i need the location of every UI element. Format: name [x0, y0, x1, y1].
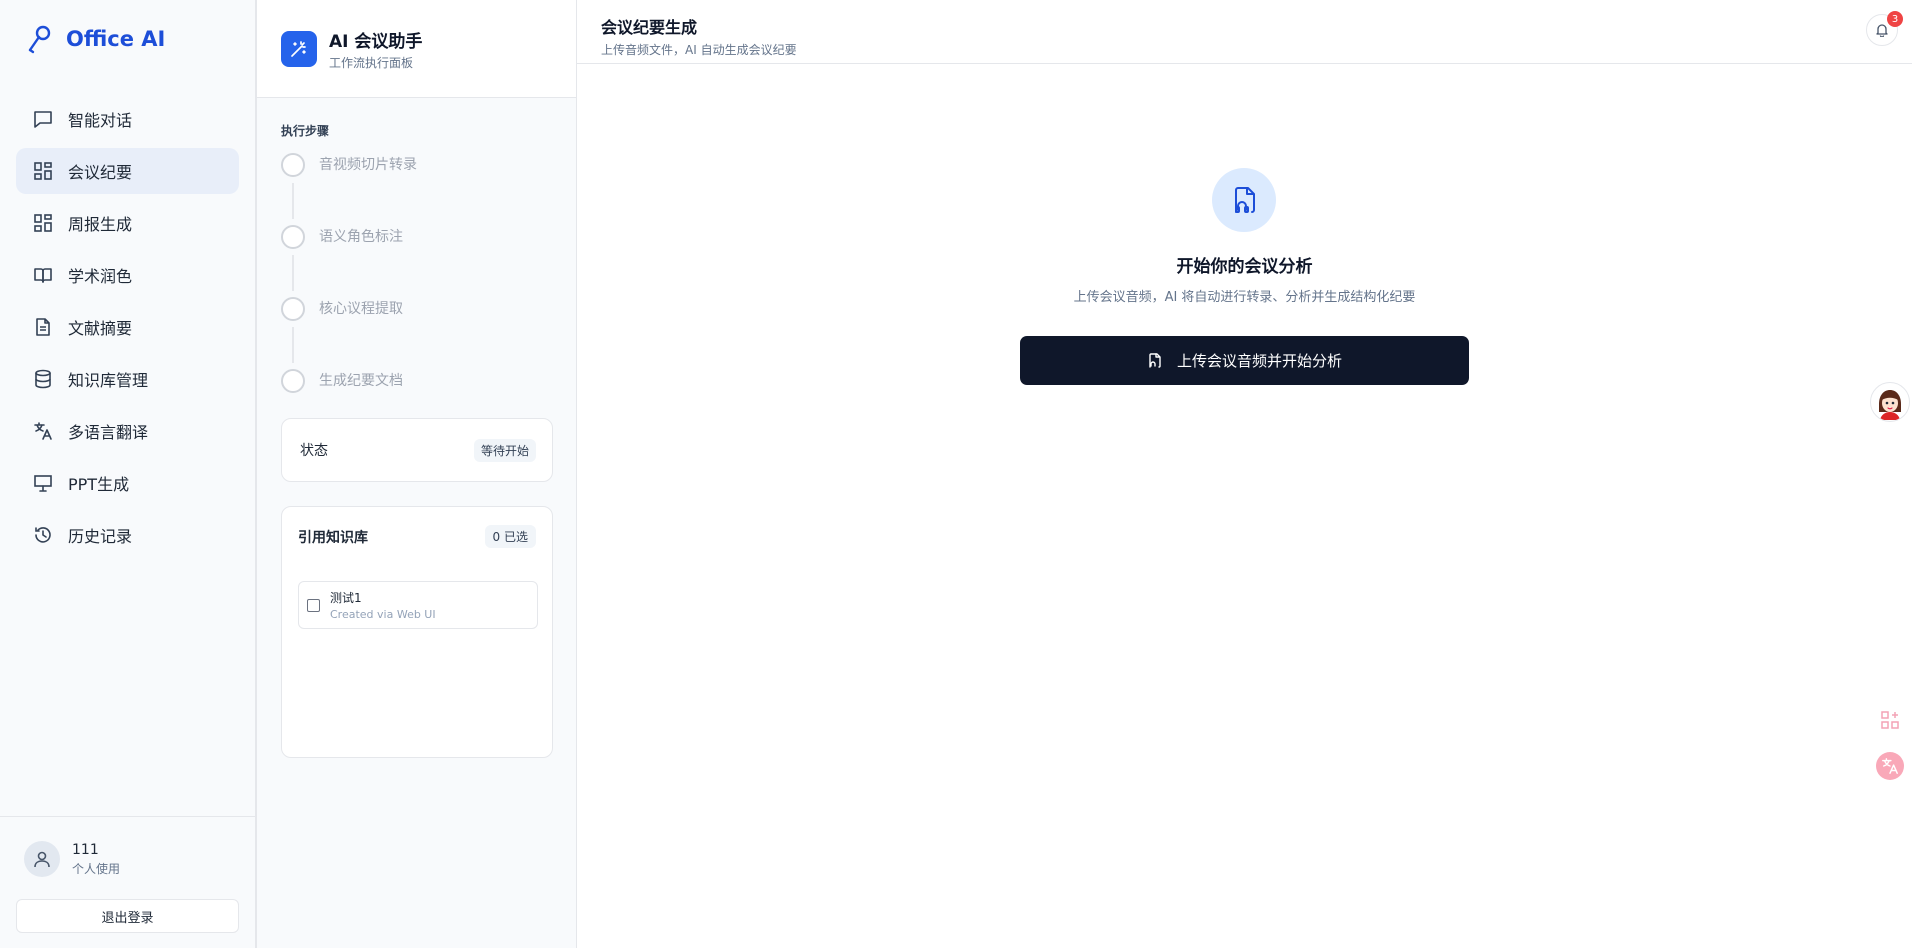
chat-icon: [32, 108, 54, 130]
user-profile[interactable]: 111 个人使用: [0, 841, 255, 877]
steps-list: 音视频切片转录 语义角色标注 核心议程提取 生成纪要文档: [281, 153, 417, 441]
user-block: 111 个人使用 退出登录: [0, 816, 255, 933]
avatar: [24, 841, 60, 877]
page-title: 会议纪要生成: [601, 18, 698, 37]
status-card: 状态 等待开始: [281, 418, 553, 482]
database-icon: [32, 368, 54, 390]
step-item: 语义角色标注: [281, 225, 417, 297]
user-plan: 个人使用: [72, 861, 121, 876]
document-icon: [32, 316, 54, 338]
knowledge-base-card: 引用知识库 0 已选 测试1 Created via Web UI: [281, 506, 553, 758]
brand-name: Office AI: [66, 27, 166, 51]
assistant-avatar-icon: [1879, 390, 1901, 420]
sidebar-item-label: 多语言翻译: [68, 423, 149, 442]
sidebar-item-chat[interactable]: 智能对话: [16, 96, 239, 142]
kb-item[interactable]: 测试1 Created via Web UI: [298, 581, 538, 629]
panel-title: AI 会议助手: [329, 31, 423, 52]
sidebar-item-label: PPT生成: [68, 475, 130, 494]
book-icon: [32, 264, 54, 286]
step-label: 核心议程提取: [319, 301, 403, 317]
sidebar-item-label: 历史记录: [68, 527, 133, 546]
brand-logo[interactable]: Office AI: [26, 24, 165, 54]
history-icon: [32, 524, 54, 546]
step-status-circle: [281, 225, 305, 249]
kb-item-desc: Created via Web UI: [330, 608, 436, 621]
sidebar-item-weekly-report[interactable]: 周报生成: [16, 200, 239, 246]
status-label: 状态: [300, 443, 328, 459]
notification-badge: 3: [1887, 11, 1903, 27]
kb-selected-count: 0 已选: [484, 525, 536, 548]
sidebar-item-literature-summary[interactable]: 文献摘要: [16, 304, 239, 350]
sidebar-item-history[interactable]: 历史记录: [16, 512, 239, 558]
grid-icon: [32, 212, 54, 234]
kb-item-name: 测试1: [330, 591, 362, 605]
grid-plus-icon: [1881, 711, 1899, 729]
panel-header: AI 会议助手 工作流执行面板: [257, 0, 576, 98]
presentation-icon: [32, 472, 54, 494]
user-name: 111: [72, 841, 99, 858]
step-item: 核心议程提取: [281, 297, 417, 369]
kb-item-checkbox[interactable]: [307, 598, 320, 612]
assistant-avatar-button[interactable]: [1870, 382, 1910, 422]
workflow-panel: AI 会议助手 工作流执行面板 执行步骤 音视频切片转录 语义角色标注 核心议程…: [256, 0, 577, 948]
step-label: 音视频切片转录: [319, 157, 417, 173]
sidebar-nav: 智能对话 会议纪要 周报生成 学术润色 文献摘要 知识库管理 多语言翻译 PPT…: [16, 96, 239, 564]
main-header: 会议纪要生成 上传音频文件，AI 自动生成会议纪要 3: [577, 0, 1912, 64]
audio-file-icon: [1149, 352, 1161, 368]
translate-icon: [1882, 758, 1898, 774]
step-status-circle: [281, 369, 305, 393]
sidebar-item-label: 学术润色: [68, 267, 133, 286]
sidebar-item-ppt[interactable]: PPT生成: [16, 460, 239, 506]
step-connector: [292, 327, 294, 363]
empty-state-description: 上传会议音频，AI 将自动进行转录、分析并生成结构化纪要: [1073, 290, 1416, 305]
upload-audio-label: 上传会议音频并开始分析: [1176, 352, 1342, 370]
step-connector: [292, 255, 294, 291]
magic-wand-icon: [281, 30, 317, 67]
grid-icon: [32, 160, 54, 182]
sidebar-item-label: 智能对话: [68, 111, 133, 130]
step-item: 音视频切片转录: [281, 153, 417, 225]
quick-translate-button[interactable]: [1876, 752, 1904, 780]
audio-file-icon: [1212, 168, 1276, 232]
sidebar: Office AI 智能对话 会议纪要 周报生成 学术润色 文献摘要 知识库管理…: [0, 0, 256, 948]
sidebar-item-label: 知识库管理: [68, 371, 149, 390]
sidebar-item-meeting-minutes[interactable]: 会议纪要: [16, 148, 239, 194]
step-label: 语义角色标注: [319, 229, 403, 245]
add-app-button[interactable]: [1876, 706, 1904, 734]
notification-button[interactable]: 3: [1866, 11, 1903, 46]
step-status-circle: [281, 297, 305, 321]
empty-state-title: 开始你的会议分析: [1176, 257, 1313, 277]
step-connector: [292, 183, 294, 219]
steps-heading: 执行步骤: [281, 124, 330, 138]
panel-subtitle: 工作流执行面板: [329, 55, 414, 70]
sidebar-item-label: 文献摘要: [68, 319, 133, 338]
upload-audio-button[interactable]: 上传会议音频并开始分析: [1020, 336, 1469, 385]
kb-title: 引用知识库: [298, 529, 368, 546]
logout-button[interactable]: 退出登录: [16, 899, 239, 933]
main-content: 会议纪要生成 上传音频文件，AI 自动生成会议纪要 3 开始你的会议分析 上传会…: [577, 0, 1912, 948]
status-badge: 等待开始: [473, 438, 536, 462]
sidebar-item-knowledge-base[interactable]: 知识库管理: [16, 356, 239, 402]
sidebar-item-label: 周报生成: [68, 215, 133, 234]
step-status-circle: [281, 153, 305, 177]
microphone-icon: [26, 24, 54, 54]
bell-icon: [1876, 24, 1888, 37]
translate-icon: [32, 420, 54, 442]
page-subtitle: 上传音频文件，AI 自动生成会议纪要: [601, 43, 797, 57]
sidebar-item-academic-polish[interactable]: 学术润色: [16, 252, 239, 298]
sidebar-item-label: 会议纪要: [68, 163, 133, 182]
sidebar-item-translation[interactable]: 多语言翻译: [16, 408, 239, 454]
